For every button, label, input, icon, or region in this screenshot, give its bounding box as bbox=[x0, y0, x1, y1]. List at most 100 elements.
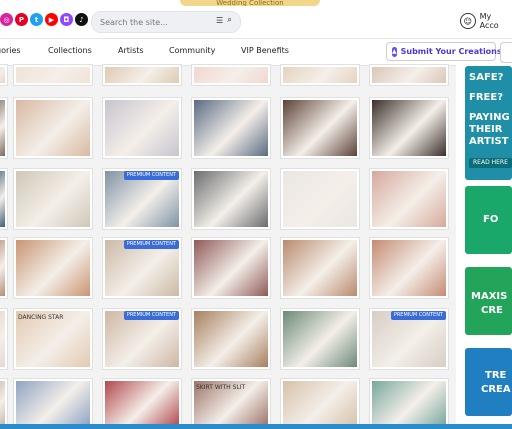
tile-thumbnail bbox=[194, 311, 268, 367]
content-tile[interactable] bbox=[0, 64, 8, 86]
content-tile[interactable] bbox=[102, 97, 182, 159]
content-tile[interactable] bbox=[0, 378, 8, 429]
ad-line: ARTIST bbox=[469, 136, 509, 147]
ad-line: FREE? bbox=[469, 92, 503, 103]
content-tile[interactable] bbox=[280, 237, 360, 299]
content-tile[interactable] bbox=[0, 308, 8, 370]
content-tile[interactable] bbox=[0, 237, 8, 299]
tile-thumbnail bbox=[372, 171, 446, 227]
tile-caption: SKIRT WITH SLIT bbox=[196, 384, 246, 391]
tile-thumbnail bbox=[0, 171, 5, 227]
tile-thumbnail bbox=[372, 240, 446, 296]
tile-thumbnail bbox=[194, 171, 268, 227]
content-tile[interactable] bbox=[102, 64, 182, 86]
tile-thumbnail bbox=[194, 100, 268, 156]
tile-thumbnail bbox=[283, 100, 357, 156]
ad-paying-artists[interactable]: SAFE? FREE? PAYING THEIR ARTIST READ HER… bbox=[465, 66, 512, 180]
content-tile[interactable] bbox=[191, 237, 271, 299]
content-tile[interactable] bbox=[0, 97, 8, 159]
tile-thumbnail bbox=[16, 240, 90, 296]
tile-thumbnail bbox=[105, 381, 179, 426]
content-tile[interactable]: PREMIUM CONTENT bbox=[102, 237, 182, 299]
tile-thumbnail bbox=[0, 240, 5, 296]
content-tile[interactable] bbox=[191, 308, 271, 370]
content-tile[interactable] bbox=[280, 64, 360, 86]
pinterest-icon[interactable]: P bbox=[15, 13, 28, 26]
content-tile[interactable] bbox=[369, 97, 449, 159]
social-links: ◎ Pt ▶ ◘ ♪ bbox=[0, 13, 88, 26]
ad-line: CRE bbox=[481, 305, 503, 316]
upload-icon: ▲ bbox=[392, 46, 397, 57]
tile-thumbnail bbox=[0, 381, 5, 426]
premium-badge: PREMIUM CONTENT bbox=[123, 171, 179, 180]
tile-thumbnail bbox=[283, 381, 357, 426]
account-menu[interactable]: ☺ My Acco bbox=[460, 12, 512, 30]
ad-line: FO bbox=[483, 214, 499, 225]
content-tile[interactable] bbox=[280, 378, 360, 429]
content-tile[interactable]: PREMIUM CONTENT bbox=[369, 308, 449, 370]
youtube-icon[interactable]: ▶ bbox=[45, 13, 58, 26]
premium-badge: PREMIUM CONTENT bbox=[390, 311, 446, 320]
sidebar-ads: SAFE? FREE? PAYING THEIR ARTIST READ HER… bbox=[456, 64, 512, 429]
twitch-icon[interactable]: ◘ bbox=[60, 13, 73, 26]
tile-thumbnail bbox=[16, 381, 90, 426]
cart-button[interactable] bbox=[500, 42, 512, 63]
ad-line: SAFE? bbox=[469, 72, 504, 83]
main-nav: gories Collections Artists Community VIP… bbox=[0, 38, 512, 66]
content-tile[interactable] bbox=[13, 378, 93, 429]
content-tile[interactable] bbox=[369, 168, 449, 230]
filter-icon[interactable]: ☰ bbox=[216, 16, 223, 25]
search-icon[interactable]: ⌕ bbox=[227, 15, 232, 25]
content-tile[interactable] bbox=[13, 97, 93, 159]
twitter-icon[interactable]: t bbox=[30, 13, 43, 26]
content-tile[interactable] bbox=[280, 97, 360, 159]
premium-badge: PREMIUM CONTENT bbox=[123, 311, 179, 320]
user-icon: ☺ bbox=[460, 13, 476, 29]
content-tile[interactable]: PREMIUM CONTENT bbox=[102, 308, 182, 370]
content-tile[interactable] bbox=[191, 97, 271, 159]
tile-thumbnail bbox=[0, 100, 5, 156]
content-tile[interactable]: SKIRT WITH SLIT bbox=[191, 378, 271, 429]
tile-thumbnail bbox=[16, 100, 90, 156]
tile-thumbnail bbox=[283, 67, 357, 83]
ad-line: MAXIS bbox=[471, 291, 508, 302]
content-tile[interactable] bbox=[13, 168, 93, 230]
nav-vip-benefits[interactable]: VIP Benefits bbox=[241, 46, 289, 55]
ad-fo[interactable]: FO bbox=[465, 186, 512, 254]
ad-trending-creators[interactable]: TRE CREA bbox=[465, 348, 512, 416]
tile-thumbnail bbox=[16, 171, 90, 227]
tile-thumbnail bbox=[105, 67, 179, 83]
tiktok-icon[interactable]: ♪ bbox=[75, 13, 88, 26]
ad-line: CREA bbox=[481, 384, 511, 395]
nav-categories[interactable]: gories bbox=[0, 46, 21, 55]
read-here-button[interactable]: READ HERE bbox=[469, 158, 512, 168]
content-tile[interactable] bbox=[280, 308, 360, 370]
tile-thumbnail bbox=[105, 100, 179, 156]
ad-line: TRE bbox=[485, 370, 507, 381]
content-tile[interactable] bbox=[13, 64, 93, 86]
content-tile[interactable] bbox=[369, 64, 449, 86]
tile-thumbnail bbox=[194, 240, 268, 296]
tile-caption: DANCING STAR bbox=[18, 314, 64, 321]
content-tile[interactable] bbox=[191, 64, 271, 86]
promo-banner[interactable]: Wedding Collection bbox=[180, 0, 320, 6]
nav-artists[interactable]: Artists bbox=[118, 46, 144, 55]
content-tile[interactable] bbox=[369, 237, 449, 299]
content-tile[interactable] bbox=[102, 378, 182, 429]
content-tile[interactable] bbox=[369, 378, 449, 429]
content-tile[interactable] bbox=[280, 168, 360, 230]
content-tile[interactable] bbox=[13, 237, 93, 299]
content-tile[interactable] bbox=[0, 168, 8, 230]
content-tile[interactable]: PREMIUM CONTENT bbox=[102, 168, 182, 230]
ad-line: THEIR bbox=[469, 124, 503, 135]
search-input[interactable] bbox=[98, 14, 212, 31]
ad-maxis-creators[interactable]: MAXIS CRE bbox=[465, 267, 512, 335]
nav-collections[interactable]: Collections bbox=[48, 46, 92, 55]
nav-community[interactable]: Community bbox=[169, 46, 215, 55]
content-tile[interactable] bbox=[191, 168, 271, 230]
instagram-icon[interactable]: ◎ bbox=[0, 13, 13, 26]
submit-creations-button[interactable]: ▲ Submit Your Creations bbox=[386, 42, 502, 61]
tile-thumbnail bbox=[16, 67, 90, 83]
tile-thumbnail bbox=[372, 381, 446, 426]
content-tile[interactable]: DANCING STAR bbox=[13, 308, 93, 370]
